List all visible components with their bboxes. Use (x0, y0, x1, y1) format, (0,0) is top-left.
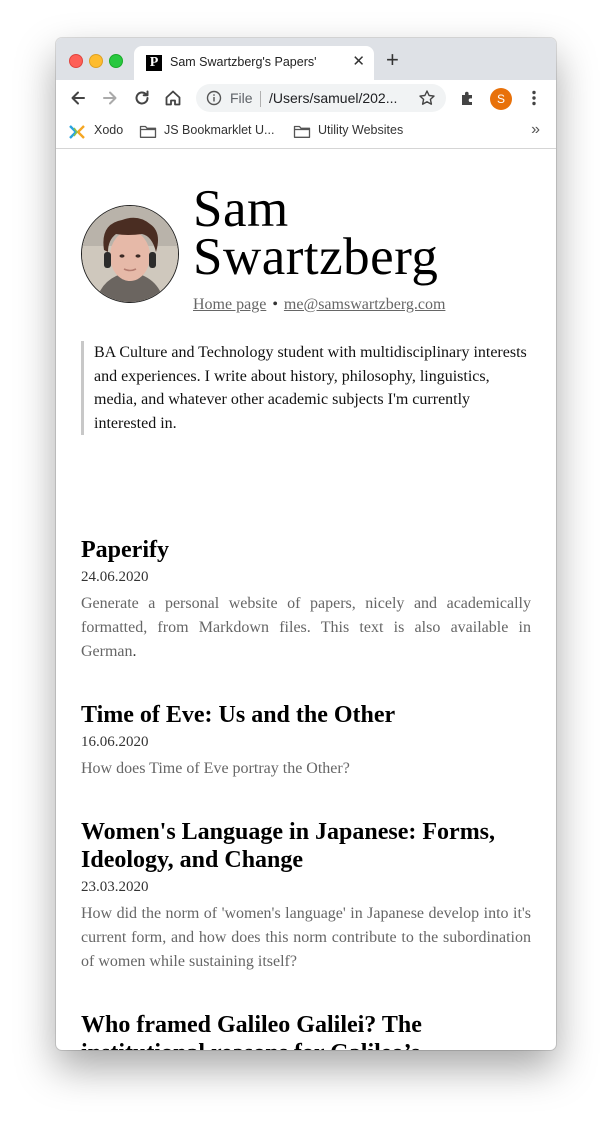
post-item: Who framed Galileo Galilei? The institut… (81, 1011, 531, 1050)
address-bar[interactable]: File /Users/samuel/202... (196, 84, 446, 112)
post-date: 24.06.2020 (81, 569, 149, 585)
bookmark-js-bookmarklet[interactable]: JS Bookmarklet U... (164, 123, 274, 137)
minimize-window-button[interactable] (89, 54, 103, 68)
home-page-link[interactable]: Home page (193, 296, 266, 313)
extensions-icon[interactable] (458, 88, 478, 108)
active-tab[interactable]: P Sam Swartzberg's Papers' ✕ (134, 46, 374, 80)
bookmark-utility-websites[interactable]: Utility Websites (318, 123, 403, 137)
info-icon[interactable] (206, 90, 222, 106)
post-item: Women's Language in Japanese: Forms, Ide… (81, 818, 531, 974)
page-content: Sam Swartzberg Home page • me@samswartzber… (56, 149, 556, 1050)
tab-strip: P Sam Swartzberg's Papers' ✕ + (56, 38, 556, 80)
author-name-line1: Sam (193, 180, 289, 238)
post-item: Time of Eve: Us and the Other 16.06.2020… (81, 701, 531, 781)
url-text[interactable]: /Users/samuel/202... (269, 90, 397, 106)
bookmarks-bar: Xodo JS Bookmarklet U... Utility Website… (56, 116, 556, 149)
post-title[interactable]: Paperify (81, 536, 531, 564)
author-name: Sam Swartzberg (193, 180, 439, 286)
author-name-line2: Swartzberg (193, 228, 439, 286)
email-link[interactable]: me@samswartzberg.com (284, 296, 446, 313)
bookmark-xodo[interactable]: Xodo (94, 123, 123, 137)
close-window-button[interactable] (69, 54, 83, 68)
post-description-end: . (132, 643, 137, 660)
link-separator: • (272, 296, 278, 313)
post-description-text: Generate a personal website of papers, n… (81, 595, 531, 660)
plus-icon[interactable]: + (386, 49, 399, 71)
profile-links: Home page • me@samswartzberg.com (193, 296, 445, 314)
close-icon[interactable]: ✕ (352, 53, 365, 71)
back-arrow-icon[interactable] (68, 88, 88, 108)
post-description: How does Time of Eve portray the Other? (81, 760, 350, 777)
forward-arrow-icon[interactable] (100, 88, 120, 108)
post-title[interactable]: Women's Language in Japanese: Forms, Ide… (81, 818, 531, 874)
post-title[interactable]: Who framed Galileo Galilei? The institut… (81, 1011, 531, 1050)
reload-icon[interactable] (132, 88, 152, 108)
browser-window: P Sam Swartzberg's Papers' ✕ + File /Use… (56, 38, 556, 1050)
tab-favicon-icon: P (146, 55, 162, 71)
post-item: Paperify 24.06.2020 Generate a personal … (81, 536, 531, 664)
folder-icon (139, 125, 157, 138)
bookmarks-overflow-button[interactable]: » (531, 121, 540, 139)
url-separator (260, 91, 261, 107)
maximize-window-button[interactable] (109, 54, 123, 68)
home-icon[interactable] (163, 88, 183, 108)
toolbar: File /Users/samuel/202... S (56, 80, 556, 116)
post-description: How did the norm of 'women's language' i… (81, 905, 531, 970)
post-description: Generate a personal website of papers, n… (81, 592, 531, 664)
profile-photo (81, 205, 179, 303)
folder-icon (293, 125, 311, 138)
menu-dots-icon[interactable] (524, 88, 544, 108)
star-icon[interactable] (418, 89, 436, 107)
post-date: 23.03.2020 (81, 879, 149, 895)
url-scheme-label: File (230, 90, 253, 106)
post-date: 16.06.2020 (81, 734, 149, 750)
post-title[interactable]: Time of Eve: Us and the Other (81, 701, 531, 729)
profile-avatar[interactable]: S (490, 88, 512, 110)
bio-blockquote: BA Culture and Technology student with m… (81, 341, 532, 435)
xodo-icon (69, 125, 85, 139)
tab-title: Sam Swartzberg's Papers' (170, 55, 317, 69)
